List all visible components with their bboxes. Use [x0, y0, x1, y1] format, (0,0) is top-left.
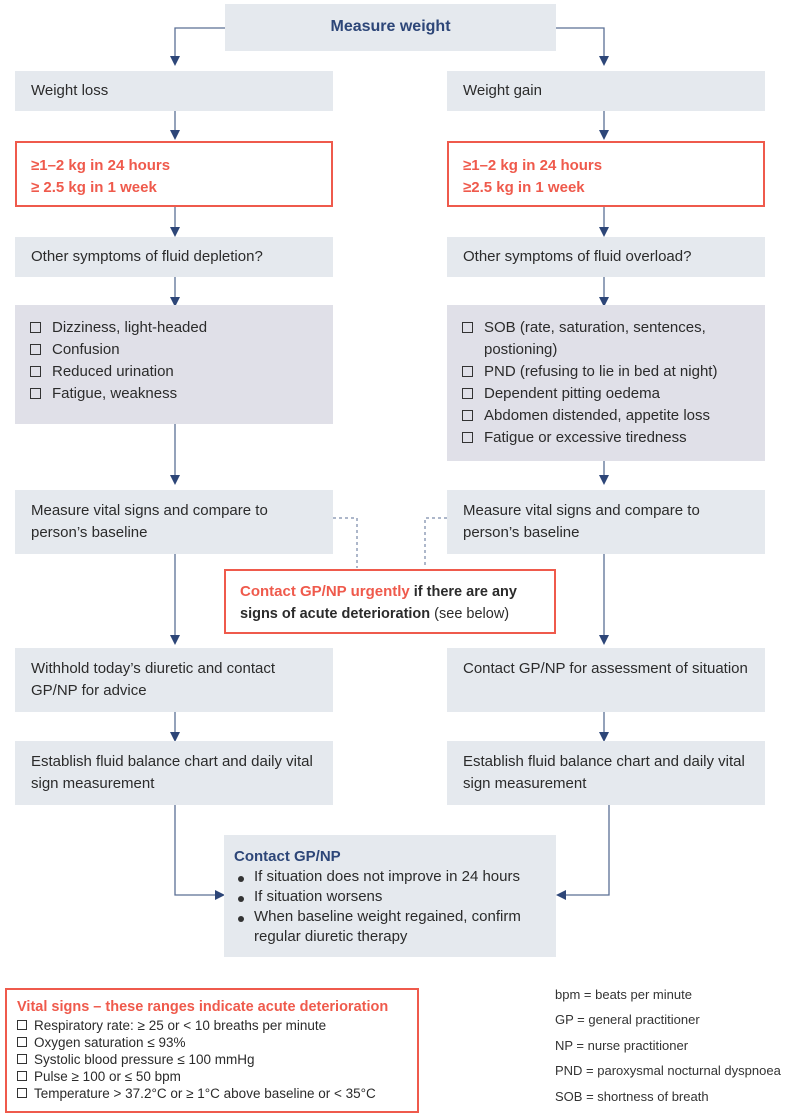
vital-item: Temperature > 37.2°C or ≥ 1°C above base… [17, 1085, 407, 1102]
abbreviation: GP = general practitioner [555, 1012, 700, 1027]
weight-gain-box: Weight gain [447, 71, 765, 111]
checkbox-icon[interactable] [17, 1020, 27, 1030]
right-fluid-balance-box: Establish fluid balance chart and daily … [447, 741, 765, 805]
checkbox-icon[interactable] [17, 1054, 27, 1064]
criteria-line: ≥2.5 kg in 1 week [463, 179, 585, 196]
left-fluid-balance-box: Establish fluid balance chart and daily … [15, 741, 333, 805]
checkbox-icon[interactable] [462, 432, 473, 443]
checkbox-icon[interactable] [17, 1071, 27, 1081]
fluid-depletion-question: Other symptoms of fluid depletion? [15, 237, 333, 277]
contact-item: If situation does not improve in 24 hour… [234, 867, 546, 887]
vital-item: Systolic blood pressure ≤ 100 mmHg [17, 1051, 407, 1068]
dashed-right [424, 517, 447, 568]
contact-gp-box: Contact GP/NP If situation does not impr… [224, 835, 556, 957]
checkbox-icon[interactable] [462, 410, 473, 421]
checkbox-icon[interactable] [17, 1088, 27, 1098]
contact-title: Contact GP/NP [234, 848, 341, 865]
vital-item: Respiratory rate: ≥ 25 or < 10 breaths p… [17, 1017, 407, 1034]
fluid-overload-question: Other symptoms of fluid overload? [447, 237, 765, 277]
withhold-diuretic-box: Withhold today’s diuretic and contact GP… [15, 648, 333, 712]
dashed-left [333, 517, 358, 568]
assessment-box: Contact GP/NP for assessment of situatio… [447, 648, 765, 712]
checkbox-icon[interactable] [30, 388, 41, 399]
criteria-line: ≥1–2 kg in 24 hours [31, 157, 171, 174]
bullet-icon [238, 896, 244, 902]
arrow-top-left [170, 27, 225, 66]
abbreviation: SOB = shortness of breath [555, 1089, 709, 1104]
vital-signs-title: Vital signs – these ranges indicate acut… [17, 999, 389, 1015]
criteria-line: ≥ 2.5 kg in 1 week [31, 179, 157, 196]
urgent-label: Contact GP/NP urgently [240, 583, 410, 600]
abbreviation: bpm = beats per minute [555, 987, 692, 1002]
symptom-item: SOB (rate, saturation, sentences, postio… [462, 317, 750, 361]
symptom-item: Dependent pitting oedema [462, 383, 750, 405]
urgent-contact-box: Contact GP/NP urgently if there are any … [224, 569, 556, 634]
symptom-item: Confusion [30, 339, 318, 361]
arrow-top-right [556, 27, 609, 66]
symptom-item: Fatigue, weakness [30, 383, 318, 405]
left-vitals-box: Measure vital signs and compare to perso… [15, 490, 333, 554]
checkbox-icon[interactable] [462, 366, 473, 377]
vital-signs-box: Vital signs – these ranges indicate acut… [5, 988, 419, 1113]
arrow-left-7 [174, 805, 225, 900]
bullet-icon [238, 876, 244, 882]
vital-item: Pulse ≥ 100 or ≤ 50 bpm [17, 1068, 407, 1085]
checkbox-icon[interactable] [462, 322, 473, 333]
checkbox-icon[interactable] [462, 388, 473, 399]
urgent-note: (see below) [430, 606, 510, 622]
weight-gain-criteria-box: ≥1–2 kg in 24 hours ≥2.5 kg in 1 week [447, 141, 765, 207]
symptom-item: Reduced urination [30, 361, 318, 383]
contact-item: If situation worsens [234, 887, 546, 907]
depletion-symptoms-box: Dizziness, light-headed Confusion Reduce… [15, 305, 333, 424]
checkbox-icon[interactable] [30, 366, 41, 377]
symptom-item: Dizziness, light-headed [30, 317, 318, 339]
overload-symptoms-box: SOB (rate, saturation, sentences, postio… [447, 305, 765, 461]
checkbox-icon[interactable] [30, 322, 41, 333]
symptom-item: PND (refusing to lie in bed at night) [462, 361, 750, 383]
contact-item: When baseline weight regained, confirm r… [234, 907, 546, 947]
checkbox-icon[interactable] [17, 1037, 27, 1047]
vital-item: Oxygen saturation ≤ 93% [17, 1034, 407, 1051]
weight-loss-box: Weight loss [15, 71, 333, 111]
bullet-icon [238, 916, 244, 922]
arrow-right-7 [556, 805, 610, 900]
checkbox-icon[interactable] [30, 344, 41, 355]
weight-loss-criteria-box: ≥1–2 kg in 24 hours ≥ 2.5 kg in 1 week [15, 141, 333, 207]
measure-weight-box: Measure weight [225, 4, 556, 51]
right-vitals-box: Measure vital signs and compare to perso… [447, 490, 765, 554]
criteria-line: ≥1–2 kg in 24 hours [463, 157, 603, 174]
abbreviation: PND = paroxysmal nocturnal dyspnoea [555, 1063, 781, 1078]
abbreviation: NP = nurse practitioner [555, 1038, 689, 1053]
symptom-item: Fatigue or excessive tiredness [462, 427, 750, 449]
symptom-item: Abdomen distended, appetite loss [462, 405, 750, 427]
